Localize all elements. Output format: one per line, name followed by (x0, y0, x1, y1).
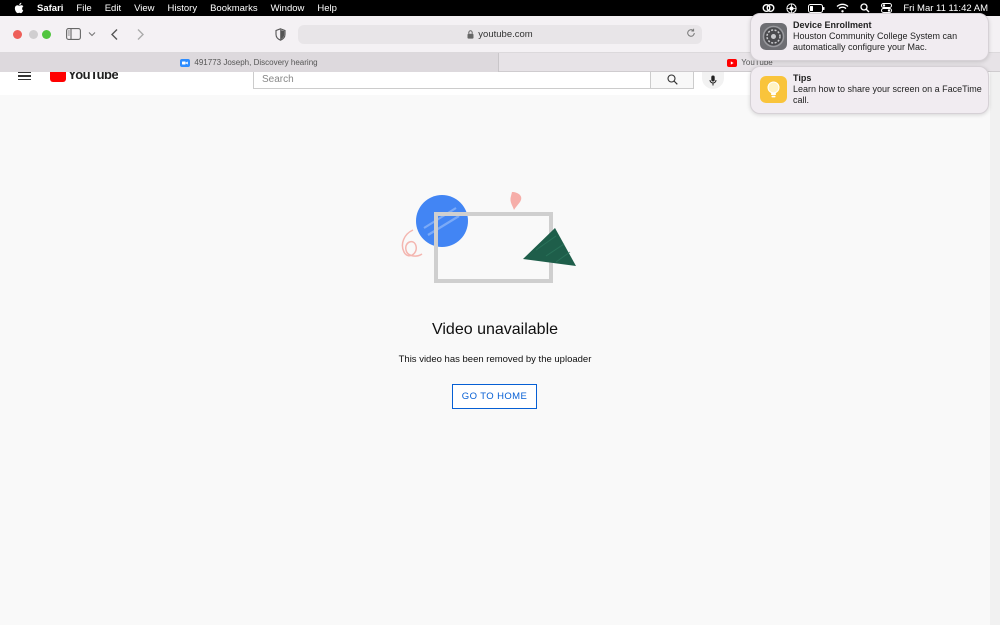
page-title: Video unavailable (431, 321, 559, 338)
spotlight-search-icon[interactable] (860, 3, 870, 13)
menu-bookmarks[interactable]: Bookmarks (210, 3, 258, 14)
notification-body: Learn how to share your screen on a Face… (793, 84, 982, 105)
menu-hamburger-icon[interactable] (18, 72, 31, 80)
youtube-icon (727, 58, 738, 67)
menu-window[interactable]: Window (271, 3, 305, 14)
sidebar-menu-chevron[interactable] (88, 26, 96, 42)
back-button[interactable] (110, 26, 119, 42)
menu-app-name[interactable]: Safari (37, 3, 63, 14)
zoom-icon (180, 58, 191, 67)
notification-tips[interactable]: Tips Learn how to share your screen on a… (750, 66, 989, 114)
vpn-globe-icon[interactable] (786, 2, 797, 14)
youtube-logo[interactable]: YouTube (50, 72, 118, 82)
notification-device-enrollment[interactable]: Device Enrollment Houston Community Coll… (750, 13, 989, 61)
menu-clock[interactable]: Fri Mar 11 11:42 AM (903, 3, 988, 14)
tab-label: 491773 Joseph, Discovery hearing (194, 58, 318, 67)
forward-button[interactable] (136, 26, 145, 42)
tab-zoom-discovery-hearing[interactable]: 491773 Joseph, Discovery hearing (0, 53, 499, 72)
menu-history[interactable]: History (168, 3, 198, 14)
menu-file[interactable]: File (76, 3, 91, 14)
page-scrollbar[interactable] (990, 72, 1000, 625)
green-triangle-shape (523, 228, 576, 266)
address-bar[interactable]: youtube.com (298, 25, 702, 44)
apple-menu-icon[interactable] (12, 2, 26, 14)
sidebar-icon (66, 28, 81, 40)
notification-title: Device Enrollment (793, 20, 872, 30)
search-button[interactable] (650, 72, 694, 89)
control-center-icon[interactable] (881, 3, 893, 13)
chevron-down-icon (88, 32, 96, 37)
shield-icon (275, 27, 286, 41)
pink-squiggle-shape (401, 229, 423, 257)
error-message: This video has been removed by the uploa… (398, 354, 592, 365)
voice-search-button[interactable] (702, 72, 724, 89)
close-window-button[interactable] (13, 30, 22, 39)
wifi-icon[interactable] (836, 3, 849, 13)
microphone-icon (709, 75, 717, 86)
minimize-window-button[interactable] (29, 30, 38, 39)
search-icon (666, 74, 678, 85)
zoom-window-button[interactable] (42, 30, 51, 39)
battery-icon[interactable] (808, 3, 825, 13)
lock-icon (467, 30, 474, 39)
video-unavailable-illustration (401, 192, 576, 283)
go-to-home-button[interactable]: GO TO HOME (452, 384, 537, 409)
notification-body: Houston Community College System can aut… (793, 31, 958, 52)
creative-cloud-icon[interactable] (762, 3, 775, 13)
chevron-left-icon (111, 28, 118, 40)
tips-icon (760, 76, 787, 103)
menu-view[interactable]: View (134, 3, 154, 14)
search-input[interactable]: Search (253, 72, 651, 89)
menu-help[interactable]: Help (317, 3, 337, 14)
sidebar-toggle-button[interactable] (66, 26, 81, 42)
address-url: youtube.com (478, 29, 533, 40)
menu-edit[interactable]: Edit (105, 3, 121, 14)
youtube-logo-text: YouTube (68, 72, 119, 82)
privacy-report-button[interactable] (275, 26, 286, 42)
reload-icon[interactable] (686, 28, 696, 41)
notification-title: Tips (793, 73, 812, 83)
chevron-right-icon (137, 28, 144, 40)
system-preferences-icon (760, 23, 787, 50)
blue-circle-shape (416, 195, 468, 247)
search-placeholder: Search (262, 74, 294, 85)
pink-petal-shape (510, 192, 522, 210)
youtube-play-icon (50, 72, 66, 82)
